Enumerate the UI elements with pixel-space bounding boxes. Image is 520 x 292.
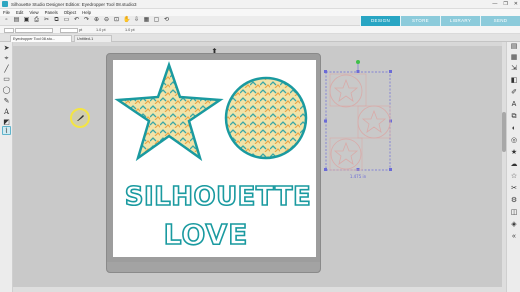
line-width-input[interactable] — [60, 27, 78, 33]
node-edit-icon[interactable]: ⌖ — [2, 54, 11, 63]
tab-design[interactable]: DESIGN — [360, 16, 400, 26]
page-setup-icon[interactable]: ▤ — [509, 42, 519, 52]
scroll-icon[interactable]: ◈ — [509, 220, 519, 230]
minimize-button[interactable]: — — [492, 1, 497, 8]
menu-panels[interactable]: Panels — [45, 10, 58, 15]
store-icon[interactable]: ☆ — [509, 172, 519, 182]
close-button[interactable]: ✕ — [514, 1, 518, 8]
line-icon[interactable]: ╱ — [2, 65, 11, 74]
mode-tabs: DESIGN STORE LIBRARY SEND — [360, 16, 520, 26]
text-style-icon[interactable]: A — [509, 100, 519, 110]
menu-bar: File Edit View Panels Object Help — [0, 9, 520, 16]
properties-toolbar: pt 1.0 pt 1.0 pt — [0, 26, 520, 34]
send-icon[interactable]: ⚙ — [509, 196, 519, 206]
open-folder-icon[interactable]: ▤ — [13, 17, 20, 24]
redo-icon[interactable]: ↷ — [83, 17, 90, 24]
collapse-icon[interactable]: « — [509, 232, 519, 242]
trace-icon[interactable]: ★ — [509, 148, 519, 158]
transform-icon[interactable]: ⇲ — [509, 64, 519, 74]
menu-file[interactable]: File — [3, 10, 10, 15]
app-logo-icon — [2, 1, 8, 7]
fill-icon[interactable]: ◧ — [509, 76, 519, 86]
zoom-out-icon[interactable]: ⊖ — [103, 17, 110, 24]
width-value: 1.0 pt — [96, 28, 106, 32]
refresh-icon[interactable]: ⟲ — [163, 17, 170, 24]
window-controls: — ❐ ✕ — [492, 1, 518, 8]
text-icon[interactable]: A — [2, 108, 11, 117]
tab-send[interactable]: SEND — [480, 16, 520, 26]
window-icon[interactable]: ▢ — [153, 17, 160, 24]
fill-page-icon[interactable]: ▦ — [143, 17, 150, 24]
print-icon[interactable]: ⎙ — [33, 17, 40, 24]
cut-icon[interactable]: ✂ — [43, 17, 50, 24]
zoom-in-icon[interactable]: ⊕ — [93, 17, 100, 24]
horizontal-scrollbar[interactable] — [13, 287, 506, 292]
move-down-icon[interactable]: ⇩ — [133, 17, 140, 24]
pan-hand-icon[interactable]: ✋ — [123, 17, 130, 24]
menu-help[interactable]: Help — [82, 10, 91, 15]
mat-edge — [107, 262, 320, 272]
line-style-dropdown[interactable] — [15, 27, 54, 33]
rectangle-icon[interactable]: ▭ — [2, 75, 11, 84]
menu-object[interactable]: Object — [64, 10, 76, 15]
app-window: Silhouette Studio Designer Edition: Eyed… — [0, 0, 520, 292]
cut-settings-icon[interactable]: ✂ — [509, 184, 519, 194]
eyedropper-icon[interactable]: ⌇ — [2, 126, 11, 135]
document-tabs: Eyedropper Tool 08.stu... Untitled-1 — [0, 34, 520, 42]
left-toolbar: ➤ ⌖ ╱ ▭ ◯ ✎ A ◩ ⚔ ⌇ — [0, 42, 13, 292]
doc-tab-untitled[interactable]: Untitled-1 — [74, 35, 112, 42]
maximize-button[interactable]: ❐ — [503, 1, 507, 8]
mat-page[interactable] — [113, 60, 316, 257]
menu-view[interactable]: View — [29, 10, 38, 15]
right-toolbar: ▤ ▦ ⇲ ◧ ✐ A ⧉ ◐ ◎ ★ ☁ ☆ ✂ ⚙ ◫ ◈ « — [506, 42, 520, 292]
unit-label: pt — [79, 28, 83, 32]
ellipse-icon[interactable]: ◯ — [2, 86, 11, 95]
doc-tab-eyedropper[interactable]: Eyedropper Tool 08.stu... — [10, 35, 72, 42]
paste-icon[interactable]: ▭ — [63, 17, 70, 24]
window-title: Silhouette Studio Designer Edition: Eyed… — [11, 1, 137, 7]
save-icon[interactable]: ▣ — [23, 17, 30, 24]
title-bar: Silhouette Studio Designer Edition: Eyed… — [0, 0, 520, 9]
pen-icon[interactable]: ✎ — [2, 97, 11, 106]
vertical-scroll-thumb[interactable] — [502, 112, 506, 152]
offset-icon[interactable]: ◎ — [509, 136, 519, 146]
pointer-icon[interactable]: ➤ — [2, 44, 11, 53]
main-toolbar: ▫ ▤ ▣ ⎙ ✂ ⧉ ▭ ↶ ↷ ⊕ ⊖ ⊡ ✋ ⇩ ▦ ▢ ⟲ DESIGN… — [0, 16, 520, 26]
undo-icon[interactable]: ↶ — [73, 17, 80, 24]
eyedropper-cursor-icon — [77, 115, 84, 121]
menu-edit[interactable]: Edit — [16, 10, 23, 15]
height-value: 1.0 pt — [125, 28, 135, 32]
tab-store[interactable]: STORE — [400, 16, 440, 26]
line-color-swatch[interactable] — [4, 27, 14, 33]
new-document-icon[interactable]: ▫ — [3, 17, 10, 24]
height-field[interactable]: 1.0 pt — [125, 27, 135, 33]
copy-icon[interactable]: ⧉ — [53, 17, 60, 24]
line-width-field[interactable]: pt — [60, 27, 82, 33]
toolbar-icons: ▫ ▤ ▣ ⎙ ✂ ⧉ ▭ ↶ ↷ ⊕ ⊖ ⊡ ✋ ⇩ ▦ ▢ ⟲ — [3, 17, 170, 24]
zoom-fit-icon[interactable]: ⊡ — [113, 17, 120, 24]
tab-library[interactable]: LIBRARY — [440, 16, 480, 26]
ruler — [13, 42, 506, 46]
library-icon[interactable]: ☁ — [509, 160, 519, 170]
layers-icon[interactable]: ◫ — [509, 208, 519, 218]
replicate-icon[interactable]: ⧉ — [509, 112, 519, 122]
line-style-selector[interactable] — [4, 27, 54, 33]
modify-icon[interactable]: ◐ — [509, 124, 519, 134]
grid-icon[interactable]: ▦ — [509, 53, 519, 63]
cutting-mat — [106, 53, 321, 273]
width-field[interactable]: 1.0 pt — [96, 27, 106, 33]
line-style-icon[interactable]: ✐ — [509, 88, 519, 98]
vertical-scrollbar[interactable] — [502, 42, 506, 287]
